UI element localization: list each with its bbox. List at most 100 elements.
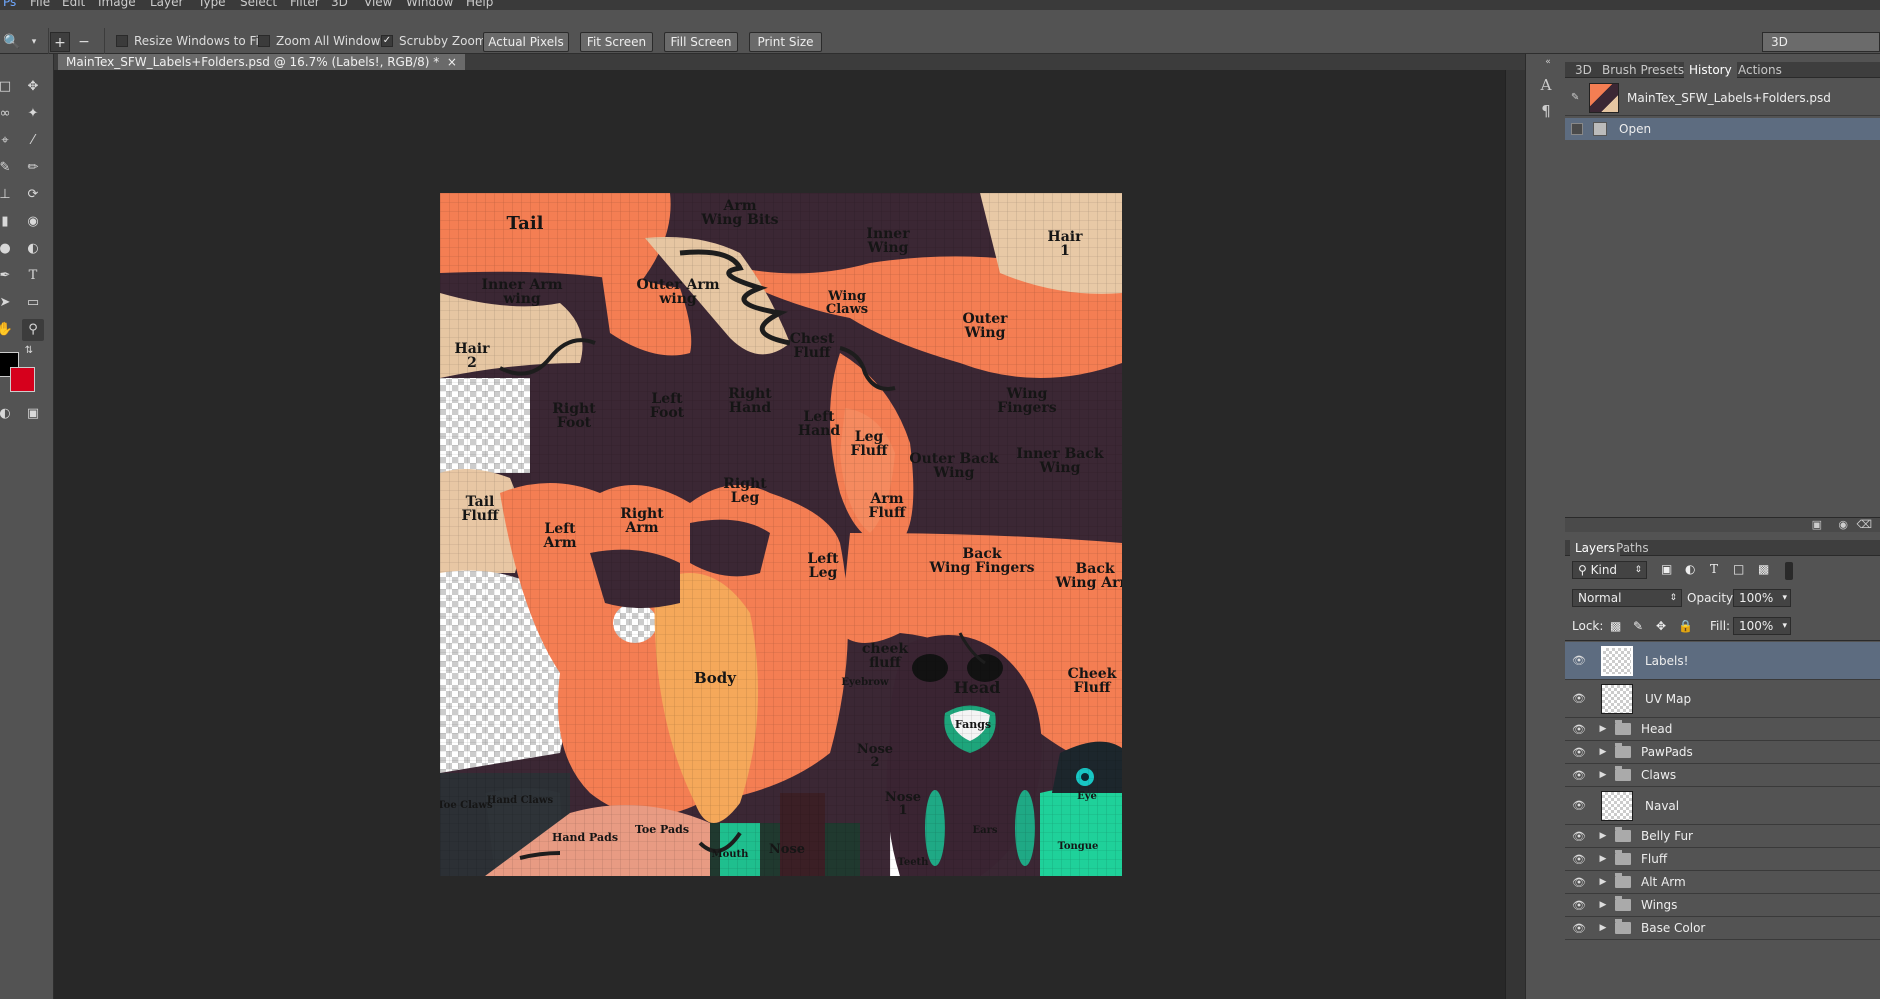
paragraph-panel-icon[interactable]: ¶ bbox=[1534, 100, 1558, 122]
visibility-eye-icon[interactable]: 👁 bbox=[1571, 853, 1587, 866]
layer-row-base-color[interactable]: 👁 ▶ Base Color bbox=[1565, 917, 1880, 940]
layer-row-naval[interactable]: 👁 Naval bbox=[1565, 787, 1880, 825]
pixel-filter-icon[interactable]: ▣ bbox=[1661, 562, 1672, 576]
dodge-tool-icon[interactable]: ◐ bbox=[22, 238, 44, 260]
menu-window[interactable]: Window bbox=[406, 0, 453, 9]
expand-arrow-icon[interactable]: ▶ bbox=[1597, 923, 1609, 933]
layer-row-belly-fur[interactable]: 👁 ▶ Belly Fur bbox=[1565, 825, 1880, 848]
background-color-swatch[interactable] bbox=[10, 367, 35, 392]
layer-row-alt-arm[interactable]: 👁 ▶ Alt Arm bbox=[1565, 871, 1880, 894]
tab-paths[interactable]: Paths bbox=[1611, 540, 1654, 556]
print-size-button[interactable]: Print Size bbox=[749, 32, 822, 52]
expand-arrow-icon[interactable]: ▶ bbox=[1597, 877, 1609, 887]
actual-pixels-button[interactable]: Actual Pixels bbox=[483, 32, 569, 52]
menu-help[interactable]: Help bbox=[466, 0, 493, 9]
rectangle-tool-icon[interactable]: ▭ bbox=[22, 292, 44, 314]
visibility-eye-icon[interactable]: 👁 bbox=[1571, 769, 1587, 782]
path-selection-tool-icon[interactable]: ➤ bbox=[0, 292, 16, 314]
collapse-arrows-icon[interactable]: « bbox=[1536, 51, 1560, 73]
visibility-eye-icon[interactable]: 👁 bbox=[1571, 830, 1587, 843]
expand-arrow-icon[interactable]: ▶ bbox=[1597, 900, 1609, 910]
lock-all-icon[interactable]: 🔒 bbox=[1678, 619, 1693, 633]
history-brush-source-icon[interactable]: ✎ bbox=[1571, 92, 1585, 103]
blend-mode-select[interactable]: Normal ⇕ bbox=[1572, 589, 1682, 607]
visibility-eye-icon[interactable]: 👁 bbox=[1571, 899, 1587, 912]
expand-arrow-icon[interactable]: ▶ bbox=[1597, 854, 1609, 864]
menu-select[interactable]: Select bbox=[240, 0, 277, 9]
layer-row-fluff[interactable]: 👁 ▶ Fluff bbox=[1565, 848, 1880, 871]
menu-view[interactable]: View bbox=[364, 0, 392, 9]
lock-position-icon[interactable]: ✥ bbox=[1656, 619, 1666, 633]
resize-windows-checkbox[interactable]: Resize Windows to Fit bbox=[116, 34, 264, 48]
visibility-eye-icon[interactable]: 👁 bbox=[1571, 746, 1587, 759]
zoom-tool-icon[interactable]: ⚲ bbox=[22, 319, 44, 341]
crop-tool-icon[interactable]: ⌖ bbox=[0, 130, 16, 152]
visibility-eye-icon[interactable]: 👁 bbox=[1571, 922, 1587, 935]
zoom-out-icon[interactable]: − bbox=[74, 32, 94, 52]
layer-row-pawpads[interactable]: 👁 ▶ PawPads bbox=[1565, 741, 1880, 764]
fit-screen-button[interactable]: Fit Screen bbox=[580, 32, 653, 52]
eyedropper-tool-icon[interactable]: ⁄ bbox=[22, 130, 44, 152]
fill-field[interactable]: 100% ▾ bbox=[1733, 617, 1791, 635]
history-item-open[interactable]: Open bbox=[1565, 118, 1880, 140]
filter-toggle-icon[interactable] bbox=[1785, 562, 1793, 580]
brush-tool-icon[interactable]: ✏ bbox=[22, 157, 44, 179]
trash-icon[interactable]: ⌫ bbox=[1856, 518, 1872, 531]
close-icon[interactable]: × bbox=[447, 55, 457, 69]
healing-brush-tool-icon[interactable]: ✎ bbox=[0, 157, 16, 179]
magic-wand-tool-icon[interactable]: ✦ bbox=[22, 103, 44, 125]
lock-image-icon[interactable]: ✎ bbox=[1633, 619, 1643, 633]
document-canvas[interactable]: Tail Arm Wing Bits Inner Wing Hair 1 Inner … bbox=[440, 193, 1122, 876]
eraser-tool-icon[interactable]: ▮ bbox=[0, 211, 16, 233]
expand-arrow-icon[interactable]: ▶ bbox=[1597, 831, 1609, 841]
menu-layer[interactable]: Layer bbox=[150, 0, 183, 9]
fill-screen-button[interactable]: Fill Screen bbox=[664, 32, 738, 52]
visibility-eye-icon[interactable]: 👁 bbox=[1571, 799, 1587, 812]
smart-object-filter-icon[interactable]: ▩ bbox=[1758, 562, 1769, 576]
type-filter-icon[interactable]: T bbox=[1710, 562, 1718, 576]
marquee-tool-icon[interactable]: □ bbox=[0, 76, 16, 98]
preset-dropdown-icon[interactable]: ▾ bbox=[24, 32, 44, 52]
visibility-eye-icon[interactable]: 👁 bbox=[1571, 654, 1587, 667]
scrubby-zoom-checkbox[interactable]: ✓ Scrubby Zoom bbox=[381, 34, 487, 48]
layer-row-head[interactable]: 👁 ▶ Head bbox=[1565, 718, 1880, 741]
pen-tool-icon[interactable]: ✒ bbox=[0, 265, 16, 287]
tab-brush-presets[interactable]: Brush Presets bbox=[1597, 62, 1689, 78]
paint-bucket-tool-icon[interactable]: ◉ bbox=[22, 211, 44, 233]
new-document-from-state-icon[interactable]: ▣ bbox=[1812, 518, 1822, 531]
layer-row-uv-map[interactable]: 👁 UV Map bbox=[1565, 680, 1880, 718]
blur-tool-icon[interactable]: ● bbox=[0, 238, 16, 260]
menu-3d[interactable]: 3D bbox=[331, 0, 348, 9]
layer-filter-select[interactable]: ⚲ Kind ⇕ bbox=[1572, 561, 1647, 579]
menu-image[interactable]: Image bbox=[98, 0, 136, 9]
visibility-eye-icon[interactable]: 👁 bbox=[1571, 876, 1587, 889]
tab-actions[interactable]: Actions bbox=[1733, 62, 1787, 78]
layer-row-wings[interactable]: 👁 ▶ Wings bbox=[1565, 894, 1880, 917]
zoom-all-windows-checkbox[interactable]: Zoom All Windows bbox=[258, 34, 387, 48]
layer-row-claws[interactable]: 👁 ▶ Claws bbox=[1565, 764, 1880, 787]
new-snapshot-icon[interactable]: ◉ bbox=[1838, 518, 1848, 531]
visibility-eye-icon[interactable]: 👁 bbox=[1571, 692, 1587, 705]
menu-file[interactable]: File bbox=[30, 0, 50, 9]
expand-arrow-icon[interactable]: ▶ bbox=[1597, 770, 1609, 780]
shape-filter-icon[interactable]: □ bbox=[1733, 562, 1744, 576]
zoom-tool-preset-icon[interactable]: 🔍 bbox=[2, 32, 22, 52]
expand-arrow-icon[interactable]: ▶ bbox=[1597, 724, 1609, 734]
lock-transparent-icon[interactable]: ▩ bbox=[1610, 619, 1621, 633]
vertical-scrollbar[interactable] bbox=[1505, 70, 1525, 999]
move-tool-icon[interactable]: ✥ bbox=[22, 76, 44, 98]
swap-colors-icon[interactable]: ⇅ bbox=[22, 344, 36, 358]
lasso-tool-icon[interactable]: ∞ bbox=[0, 103, 16, 125]
history-snapshot-row[interactable]: ✎ MainTex_SFW_Labels+Folders.psd bbox=[1565, 80, 1880, 116]
layer-row-labels[interactable]: 👁 Labels! bbox=[1565, 642, 1880, 680]
tab-history[interactable]: History bbox=[1684, 62, 1737, 78]
hand-tool-icon[interactable]: ✋ bbox=[0, 319, 16, 341]
adjustment-filter-icon[interactable]: ◐ bbox=[1685, 562, 1695, 576]
history-brush-tool-icon[interactable]: ⟳ bbox=[22, 184, 44, 206]
workspace-switcher[interactable]: 3D bbox=[1762, 32, 1880, 52]
quick-mask-icon[interactable]: ◐ bbox=[0, 403, 16, 425]
character-panel-icon[interactable]: A bbox=[1534, 74, 1558, 96]
history-checkbox[interactable] bbox=[1571, 123, 1583, 135]
menu-edit[interactable]: Edit bbox=[62, 0, 85, 9]
menu-type[interactable]: Type bbox=[198, 0, 226, 9]
